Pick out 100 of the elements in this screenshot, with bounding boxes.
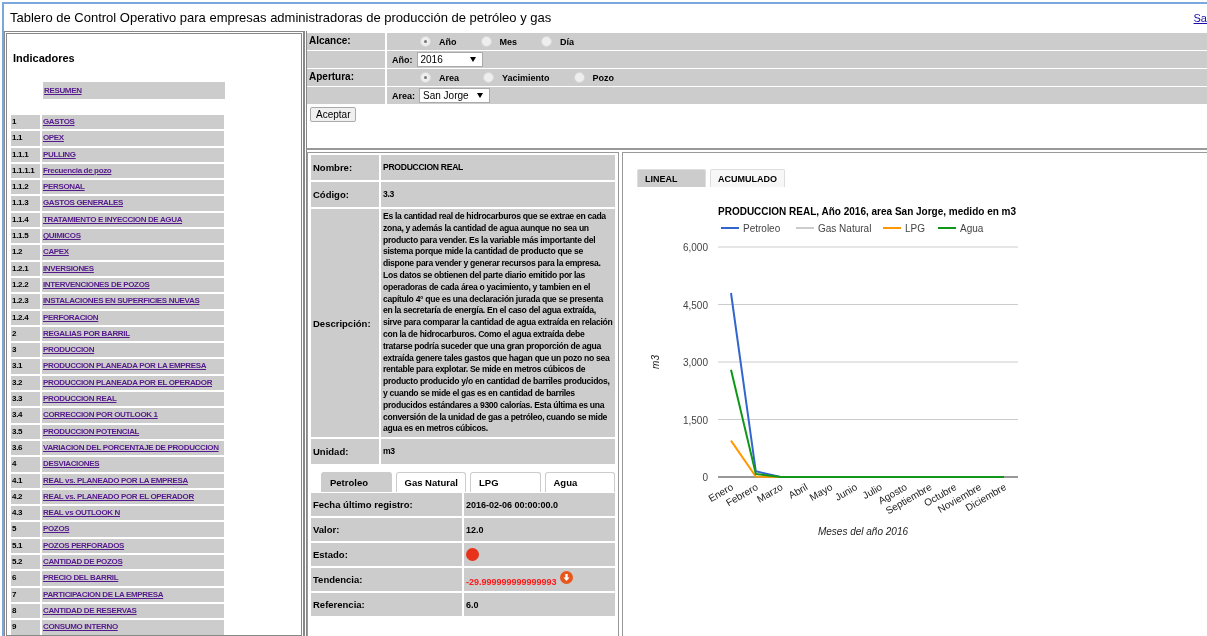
indicator-link[interactable]: TRATAMIENTO E INYECCION DE AGUA	[42, 212, 224, 228]
indicator-link[interactable]: POZOS	[42, 522, 224, 537]
indicator-number: 3.5	[11, 424, 40, 439]
indicator-number: 3	[11, 343, 40, 358]
indicator-number: 1.1.4	[11, 212, 40, 228]
indicator-link[interactable]: INVERSIONES	[42, 261, 224, 276]
radio-label: Yacimiento	[502, 72, 550, 83]
radio-button[interactable]	[483, 72, 494, 83]
metric-label: Referencia:	[311, 593, 462, 617]
filter-label: Apertura:	[307, 69, 385, 86]
indicator-number: 1.1.1	[11, 147, 40, 162]
indicator-link[interactable]: VARIACION DEL PORCENTAJE DE PRODUCCION	[42, 440, 224, 456]
indicator-link[interactable]: CAPEX	[42, 245, 224, 260]
indicator-number: 3.1	[11, 359, 40, 374]
indicator-link[interactable]: PERFORACION	[42, 310, 224, 325]
metric-label: Fecha último registro:	[311, 493, 462, 517]
product-tab[interactable]: Agua	[544, 472, 615, 493]
metric-value: 12.0	[466, 524, 484, 535]
indicator-number: 9	[11, 620, 40, 635]
metric-label: Valor:	[311, 518, 462, 542]
summary-link[interactable]: RESUMEN	[43, 82, 225, 99]
product-tab[interactable]: Petroleo	[321, 472, 392, 493]
sidebar-heading: Indicadores	[13, 52, 76, 64]
indicator-link[interactable]: INSTALACIONES EN SUPERFICIES NUEVAS	[42, 294, 224, 309]
trend-value: -29.999999999999993	[466, 577, 557, 588]
field-label: Descripción:	[311, 209, 379, 438]
radio-button[interactable]	[541, 36, 552, 47]
indicator-number: 1.1.5	[11, 229, 40, 244]
indicator-link[interactable]: REGALIAS POR BARRIL	[42, 326, 224, 342]
indicator-link[interactable]: POZOS PERFORADOS	[42, 538, 224, 553]
indicator-number: 4.1	[11, 473, 40, 488]
chart-tab[interactable]: LINEAL	[637, 169, 706, 187]
indicator-number: 4	[11, 457, 40, 472]
indicator-number: 5	[11, 522, 40, 537]
legend-label: Petroleo	[743, 223, 781, 234]
metric-label: Tendencia:	[311, 568, 462, 592]
indicator-number: 3.6	[11, 440, 40, 456]
accept-button[interactable]: Aceptar	[310, 107, 357, 122]
indicator-link[interactable]: PRODUCCION PLANEADA POR EL OPERADOR	[42, 375, 224, 391]
x-axis-title: Meses del año 2016	[817, 526, 909, 537]
indicator-link[interactable]: CANTIDAD DE POZOS	[42, 555, 224, 570]
indicator-link[interactable]: PULLING	[42, 147, 224, 162]
indicator-number: 5.1	[11, 538, 40, 553]
dropdown-field[interactable]: 2016	[416, 52, 483, 67]
indicator-link[interactable]: CORRECCION POR OUTLOOK 1	[42, 408, 224, 423]
field-value: 3.3	[381, 182, 615, 207]
indicator-number: 1.2.1	[11, 261, 40, 276]
page-title: Tablero de Control Operativo para empresas administradoras de producción de petróleo y gas	[10, 10, 552, 25]
indicator-link[interactable]: GASTOS GENERALES	[42, 196, 224, 211]
metric-label: Estado:	[311, 543, 462, 567]
indicator-link[interactable]: PRODUCCION POTENCIAL	[42, 424, 224, 439]
radio-button[interactable]	[480, 36, 492, 47]
indicator-link[interactable]: PRODUCCION REAL	[42, 392, 224, 407]
radio-button[interactable]	[573, 72, 585, 83]
indicator-number: 1.1.2	[11, 180, 40, 195]
field-value: Es la cantidad real de hidrocarburos que se extrae en cada zona, y además la cantidad de agua aunque no sea un producto para vender. Es la variable más importante del sistema porque mide la cantidad de producto que se dispone para vender y generar recursos para la empresa. Los datos se obtienen del parte diario emitido por las operadoras de cada área o yacimiento, y tambien en el capítulo 4° que es una declaración jurada que se presenta en la secretaría de energía. En el caso del agua extraída, sirve para comparar la cantidad de agua extraída en relación con la de hidrocarburos. Como el agua extraída debe tratarse podría suceder que una gran proporción de agua extraída genere tales gastos que hagan que un pozo no sea rentable para explotar. Se mide en metros cúbicos de producto producido y/o en cantidad de barriles producidos, y cuando se mide el gas es en cantidad de barriles producidos estándares a 9300 calorías. Esta última es una conversión de la unidad de gas a petróleo, cuando se mide agua es en metros cúbicos.	[381, 209, 615, 438]
indicator-link[interactable]: PRECIO DEL BARRIL	[42, 571, 224, 586]
indicator-link[interactable]: PERSONAL	[42, 180, 224, 195]
indicator-number: 5.2	[11, 555, 40, 570]
indicator-link[interactable]: INTERVENCIONES DE POZOS	[42, 277, 224, 293]
x-tick-label: Junio	[832, 481, 860, 503]
indicator-link[interactable]: PRODUCCION	[42, 343, 224, 358]
select-label: Año:	[392, 54, 413, 65]
indicator-number: 4.2	[11, 489, 40, 505]
indicator-number: 1.2.2	[11, 277, 40, 293]
indicator-link[interactable]: CANTIDAD DE RESERVAS	[42, 603, 224, 619]
indicator-link[interactable]: Frecuencia de pozo	[42, 163, 224, 179]
y-tick-label: 0	[702, 472, 708, 483]
indicator-link[interactable]: REAL vs. PLANEADO POR LA EMPRESA	[42, 473, 224, 488]
indicator-number: 1.2	[11, 245, 40, 260]
metric-value: 2016-02-06 00:00:00.0	[466, 499, 559, 510]
product-tab[interactable]: LPG	[470, 472, 541, 493]
chart-tab[interactable]: ACUMULADO	[710, 169, 785, 187]
indicator-link[interactable]: GASTOS	[42, 115, 224, 130]
y-tick-label: 6,000	[682, 242, 708, 253]
indicator-link[interactable]: REAL vs OUTLOOK N	[42, 506, 224, 521]
indicator-number: 8	[11, 603, 40, 619]
legend-label: Gas Natural	[818, 223, 872, 234]
indicator-link[interactable]: CONSUMO INTERNO	[42, 620, 224, 635]
radio-button[interactable]	[420, 72, 431, 83]
indicator-number: 3.3	[11, 392, 40, 407]
x-tick-label: Mayo	[807, 481, 835, 503]
dropdown-field[interactable]: San Jorge	[419, 88, 490, 103]
radio-button[interactable]	[420, 36, 431, 47]
indicator-link[interactable]: PARTICIPACION DE LA EMPRESA	[42, 587, 224, 602]
header-link[interactable]: Sa	[1193, 11, 1207, 24]
indicator-link[interactable]: OPEX	[42, 131, 224, 146]
field-label: Código:	[311, 182, 379, 207]
indicator-link[interactable]: PRODUCCION PLANEADA POR LA EMPRESA	[42, 359, 224, 374]
indicator-number: 4.3	[11, 506, 40, 521]
indicator-link[interactable]: REAL vs. PLANEADO POR EL OPERADOR	[42, 489, 224, 505]
caret-icon	[476, 93, 483, 98]
metric-value: 6.0	[466, 599, 479, 610]
indicator-link[interactable]: DESVIACIONES	[42, 457, 224, 472]
legend-label: LPG	[905, 223, 925, 234]
select-label: Area:	[392, 90, 415, 101]
indicator-link[interactable]: QUIMICOS	[42, 229, 224, 244]
indicator-number: 3.2	[11, 375, 40, 391]
indicator-number: 1.1.1.1	[11, 163, 40, 179]
product-tab[interactable]: Gas Natural	[395, 472, 466, 493]
